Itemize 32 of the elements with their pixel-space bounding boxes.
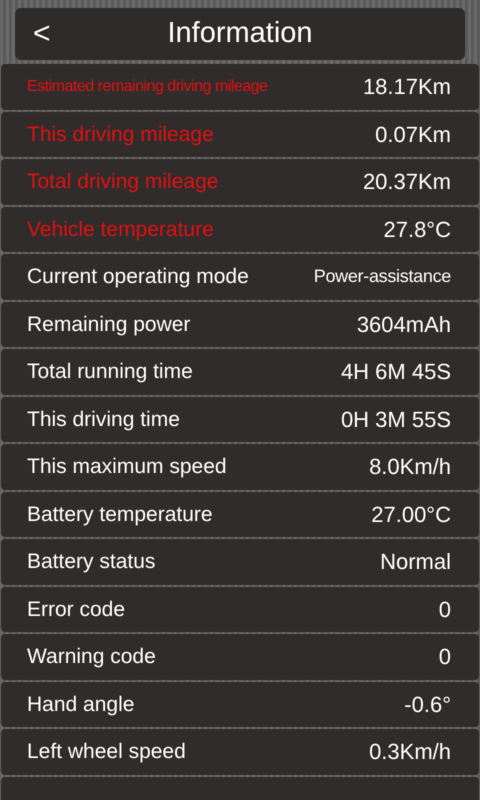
- row-label: Battery status: [27, 549, 156, 575]
- row-label: Current operating mode: [27, 264, 249, 290]
- row-value: 20.37Km: [362, 168, 451, 196]
- row-label: This driving time: [27, 406, 180, 432]
- row-value: 0: [438, 596, 451, 624]
- row-value: 0H 3M 55S: [340, 406, 451, 434]
- row-label: Total running time: [27, 359, 193, 385]
- row-label: Hand angle: [27, 692, 134, 718]
- row-label: Left wheel speed: [27, 739, 186, 765]
- row-value: 0: [438, 643, 451, 672]
- row-label: Battery temperature: [27, 502, 213, 528]
- row-label: Vehicle temperature: [27, 216, 214, 242]
- row-value: 8.0Km/h: [369, 453, 451, 482]
- row-value: Power-assistance: [314, 265, 451, 288]
- row-label: Total driving mileage: [27, 169, 218, 195]
- row-value: 4H 6M 45S: [340, 358, 451, 386]
- row-value: 18.17Km: [362, 73, 451, 102]
- back-button[interactable]: <: [33, 19, 51, 49]
- row-value: 27.00°C: [371, 500, 451, 529]
- row-label: Remaining power: [27, 312, 190, 338]
- row-value: Normal: [380, 548, 451, 576]
- row-value: 0.07Km: [375, 120, 451, 149]
- row-value: -0.6°: [404, 690, 451, 719]
- row-label: This maximum speed: [27, 454, 227, 480]
- window-title: Information: [167, 16, 313, 52]
- row-value: 3604mAh: [356, 310, 451, 339]
- row-value: 27.8°C: [383, 216, 451, 244]
- row-value: 0.3Km/h: [369, 738, 451, 766]
- row-label: Warning code: [27, 644, 156, 670]
- row-label: Error code: [27, 596, 126, 622]
- row-label: This driving mileage: [27, 122, 214, 148]
- row-label: Estimated remaining driving mileage: [27, 76, 268, 97]
